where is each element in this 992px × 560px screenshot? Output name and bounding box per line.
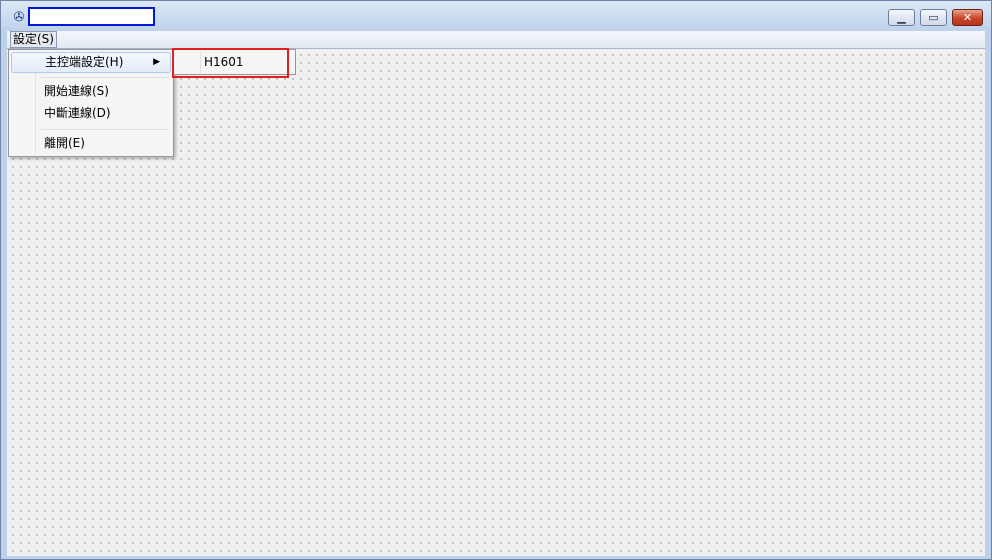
minimize-button[interactable]: ▁ <box>888 9 915 26</box>
close-button[interactable]: ✕ <box>952 9 983 26</box>
menu-item-host-settings[interactable]: 主控端設定(H) ▶ <box>11 52 171 73</box>
maximize-icon: ▭ <box>928 11 939 24</box>
menu-separator <box>41 129 169 130</box>
menu-item-stop-connection[interactable]: 中斷連線(D) <box>11 103 171 124</box>
menu-item-exit[interactable]: 離開(E) <box>11 133 171 154</box>
settings-dropdown-menu: 主控端設定(H) ▶ 開始連線(S) 中斷連線(D) 離開(E) <box>8 49 174 157</box>
menu-item-label: 離開(E) <box>44 136 85 150</box>
maximize-button[interactable]: ▭ <box>920 9 947 26</box>
app-icon[interactable]: ✇ <box>10 10 28 26</box>
title-bar[interactable]: ✇ ▁ ▭ ✕ <box>1 1 991 31</box>
close-icon: ✕ <box>962 11 973 24</box>
menu-bar: 設定(S) <box>7 31 985 48</box>
caption-buttons: ▁ ▭ ✕ <box>883 9 983 27</box>
window-title-field <box>28 7 155 26</box>
menu-item-label: 開始連線(S) <box>44 84 109 98</box>
menu-item-label: 主控端設定(H) <box>45 55 124 69</box>
menu-item-start-connection[interactable]: 開始連線(S) <box>11 81 171 102</box>
submenu-arrow-icon: ▶ <box>153 57 160 67</box>
menu-item-label: 中斷連線(D) <box>44 106 111 120</box>
minimize-icon: ▁ <box>897 11 906 24</box>
menu-separator <box>41 77 169 78</box>
menu-settings[interactable]: 設定(S) <box>10 31 57 48</box>
highlight-box <box>172 48 289 78</box>
